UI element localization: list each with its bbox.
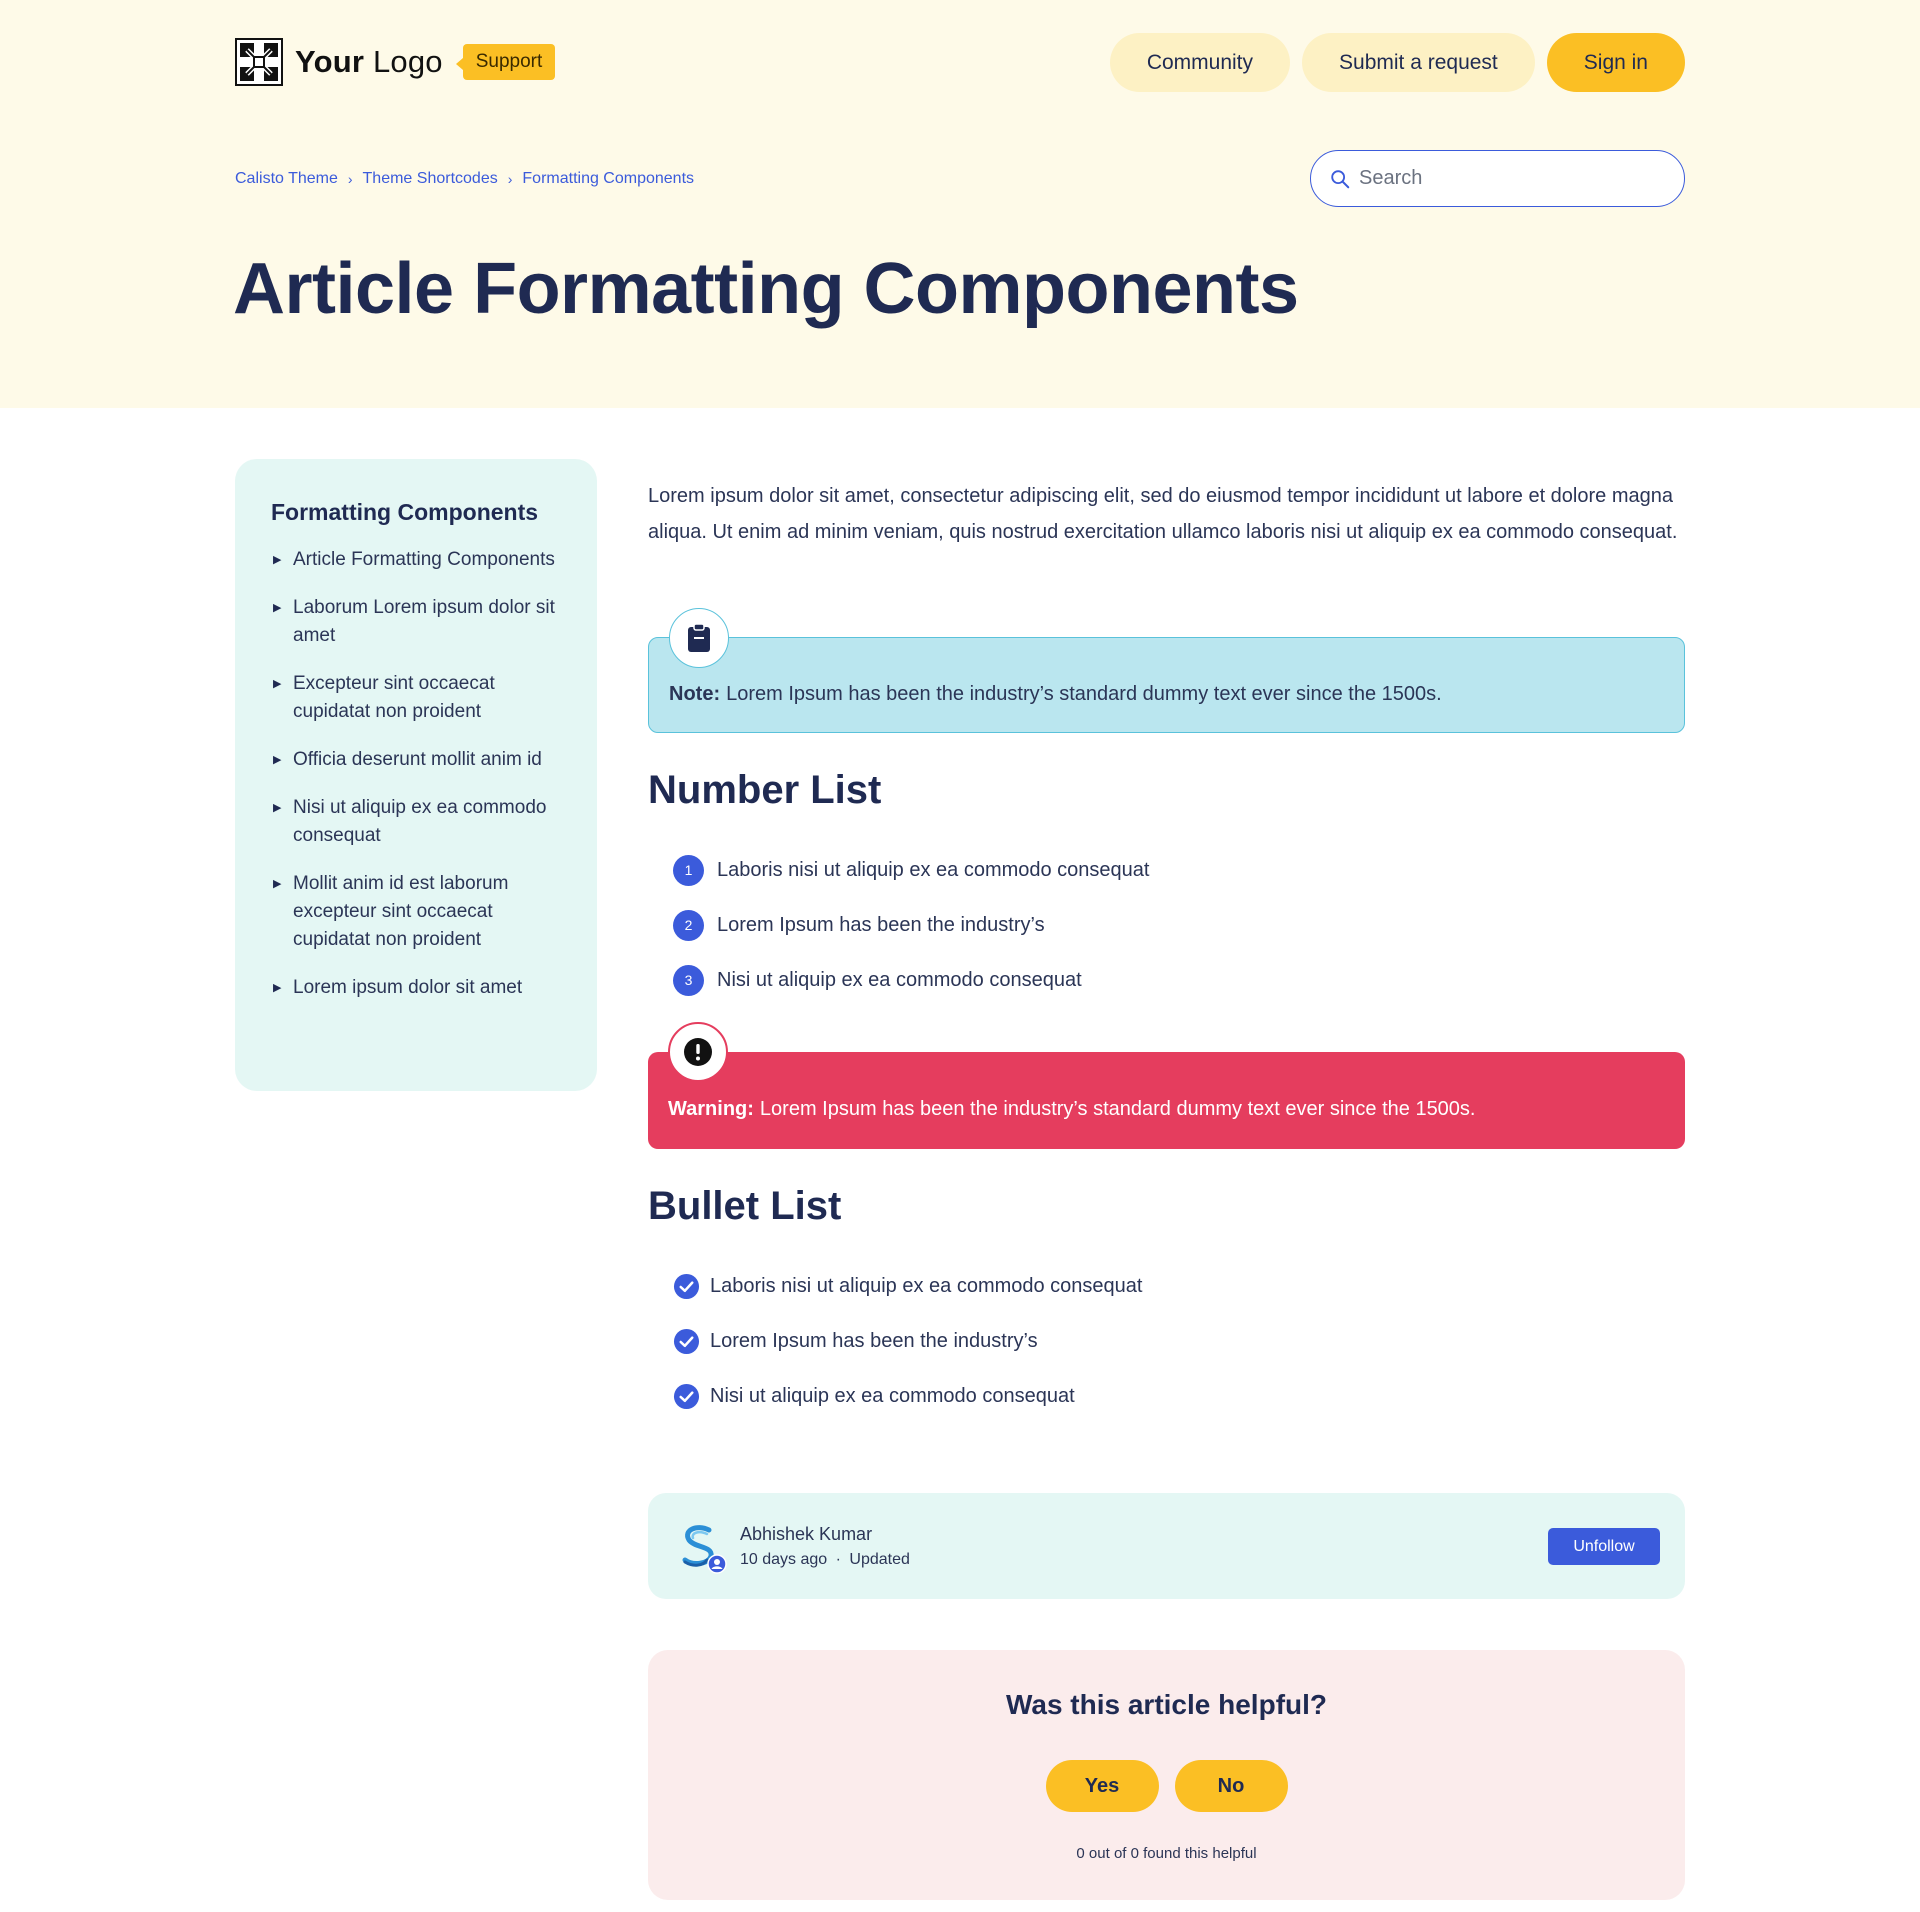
chevron-right-icon: › (507, 171, 513, 187)
vote-yes-button[interactable]: Yes (1045, 1760, 1159, 1812)
article-sidebar: Formatting Components ▶ Article Formattin… (235, 459, 597, 1091)
caret-right-icon: ▶ (273, 982, 282, 994)
top-nav: Community Submit a request Sign in (1109, 33, 1685, 92)
meta-separator: · (835, 1550, 841, 1568)
sidebar-title: Formatting Components (271, 499, 539, 525)
author-info: Abhishek Kumar 10 days ago · Updated (740, 1524, 910, 1569)
check-circle-icon (673, 1328, 700, 1354)
caret-right-icon: ▶ (273, 802, 282, 814)
sidebar-item-label: Lorem ipsum dolor sit amet (293, 977, 523, 998)
caret-right-icon: ▶ (273, 878, 282, 890)
sidebar-item-label: Laborum Lorem ipsum dolor sit amet (293, 597, 555, 646)
number-list-heading: Number List (648, 768, 882, 812)
sidebar-item[interactable]: ▶ Lorem ipsum dolor sit amet (271, 974, 561, 1002)
list-item: 3 Nisi ut aliquip ex ea commodo consequat (673, 964, 1149, 996)
sidebar-item-label: Mollit anim id est laborum excepteur sin… (293, 873, 509, 950)
number-badge: 3 (673, 964, 704, 996)
list-item-text: Nisi ut aliquip ex ea commodo consequat (710, 1384, 1075, 1407)
list-item: Lorem Ipsum has been the industry’s (673, 1326, 1142, 1356)
logo[interactable]: Your Logo Support (235, 38, 556, 86)
number-badge: 1 (673, 854, 704, 886)
list-item: 2 Lorem Ipsum has been the industry’s (673, 909, 1149, 941)
caret-right-icon: ▶ (273, 678, 282, 690)
sidebar-item[interactable]: ▶ Mollit anim id est laborum excepteur si… (271, 870, 561, 954)
article-body: Lorem ipsum dolor sit amet, consectetur … (648, 478, 1685, 1900)
search-input[interactable] (1359, 167, 1659, 190)
caret-right-icon: ▶ (273, 754, 282, 766)
search-box[interactable] (1310, 150, 1685, 207)
support-badge: Support (455, 44, 556, 80)
note-text: Lorem Ipsum has been the industry’s stan… (726, 682, 1442, 705)
author-card: Abhishek Kumar 10 days ago · Updated Unf… (648, 1493, 1685, 1599)
user-badge-icon (707, 1554, 727, 1574)
sidebar-item[interactable]: ▶ Officia deserunt mollit anim id (271, 746, 561, 774)
author-status: Updated (849, 1550, 910, 1568)
caret-right-icon: ▶ (273, 602, 282, 614)
sidebar-item[interactable]: ▶ Article Formatting Components (271, 546, 561, 574)
search-icon (1331, 169, 1350, 188)
bullet-list: Laboris nisi ut aliquip ex ea commodo co… (673, 1271, 1142, 1436)
submit-request-button[interactable]: Submit a request (1302, 33, 1535, 92)
author-time: 10 days ago (740, 1550, 828, 1568)
sidebar-item-label: Article Formatting Components (293, 549, 555, 570)
check-circle-icon (673, 1383, 700, 1409)
list-item: Laboris nisi ut aliquip ex ea commodo co… (673, 1271, 1142, 1301)
list-item-text: Nisi ut aliquip ex ea commodo consequat (717, 968, 1082, 991)
logo-text: Your Logo (295, 44, 443, 79)
caret-right-icon: ▶ (273, 554, 282, 566)
page-title: Article Formatting Components (233, 249, 1299, 329)
list-item-text: Lorem Ipsum has been the industry’s (710, 1329, 1038, 1352)
vote-count: 0 out of 0 found this helpful (1076, 1845, 1257, 1862)
exclamation-icon (668, 1022, 728, 1082)
breadcrumb: Calisto Theme › Theme Shortcodes › Forma… (235, 170, 694, 188)
note-label: Note: (669, 682, 721, 705)
avatar[interactable] (673, 1520, 727, 1574)
intro-paragraph: Lorem ipsum dolor sit amet, consectetur … (648, 485, 1678, 543)
breadcrumb-link[interactable]: Formatting Components (522, 170, 694, 188)
breadcrumb-link[interactable]: Calisto Theme (235, 170, 338, 188)
list-item: 1 Laboris nisi ut aliquip ex ea commodo c… (673, 854, 1150, 886)
list-item-text: Lorem Ipsum has been the industry’s (717, 913, 1045, 936)
clipboard-icon (669, 608, 729, 668)
author-meta: 10 days ago · Updated (740, 1551, 910, 1569)
breadcrumb-link[interactable]: Theme Shortcodes (363, 170, 498, 188)
article-vote: Was this article helpful? Yes No 0 out o… (648, 1650, 1685, 1900)
vote-question: Was this article helpful? (1005, 1689, 1327, 1720)
unfollow-button[interactable]: Unfollow (1548, 1528, 1660, 1565)
number-badge: 2 (673, 909, 704, 941)
sidebar-item-label: Excepteur sint occaecat cupidatat non pr… (293, 673, 495, 722)
list-item-text: Laboris nisi ut aliquip ex ea commodo co… (710, 1274, 1143, 1297)
vote-buttons: Yes No (648, 1760, 1685, 1812)
logo-icon (235, 38, 283, 86)
sidebar-list: ▶ Article Formatting Components ▶ Laborum … (271, 546, 561, 1002)
warning-label: Warning: (668, 1098, 754, 1120)
warning-callout: Warning: Lorem Ipsum has been the indust… (648, 1022, 1685, 1149)
sidebar-item-label: Officia deserunt mollit anim id (293, 749, 542, 770)
vote-no-button[interactable]: No (1174, 1760, 1288, 1812)
list-item: Nisi ut aliquip ex ea commodo consequat (673, 1381, 1142, 1411)
check-circle-icon (673, 1273, 700, 1299)
bullet-list-heading: Bullet List (648, 1184, 842, 1228)
note-callout: Note: Lorem Ipsum has been the industry’… (648, 608, 1685, 733)
page-header: Your Logo Support Community Submit a req… (0, 0, 1920, 408)
author-name[interactable]: Abhishek Kumar (740, 1524, 910, 1545)
sidebar-item-label: Nisi ut aliquip ex ea commodo consequat (293, 797, 547, 846)
community-button[interactable]: Community (1109, 33, 1291, 92)
number-list: 1 Laboris nisi ut aliquip ex ea commodo c… (673, 854, 1150, 1020)
sidebar-item[interactable]: ▶ Nisi ut aliquip ex ea commodo consequat (271, 794, 561, 850)
sidebar-item[interactable]: ▶ Excepteur sint occaecat cupidatat non p… (271, 670, 561, 726)
chevron-right-icon: › (347, 171, 353, 187)
sidebar-item[interactable]: ▶ Laborum Lorem ipsum dolor sit amet (271, 594, 561, 650)
warning-text: Lorem Ipsum has been the industry’s stan… (759, 1098, 1476, 1120)
list-item-text: Laboris nisi ut aliquip ex ea commodo co… (717, 858, 1150, 881)
sign-in-button[interactable]: Sign in (1546, 33, 1685, 92)
